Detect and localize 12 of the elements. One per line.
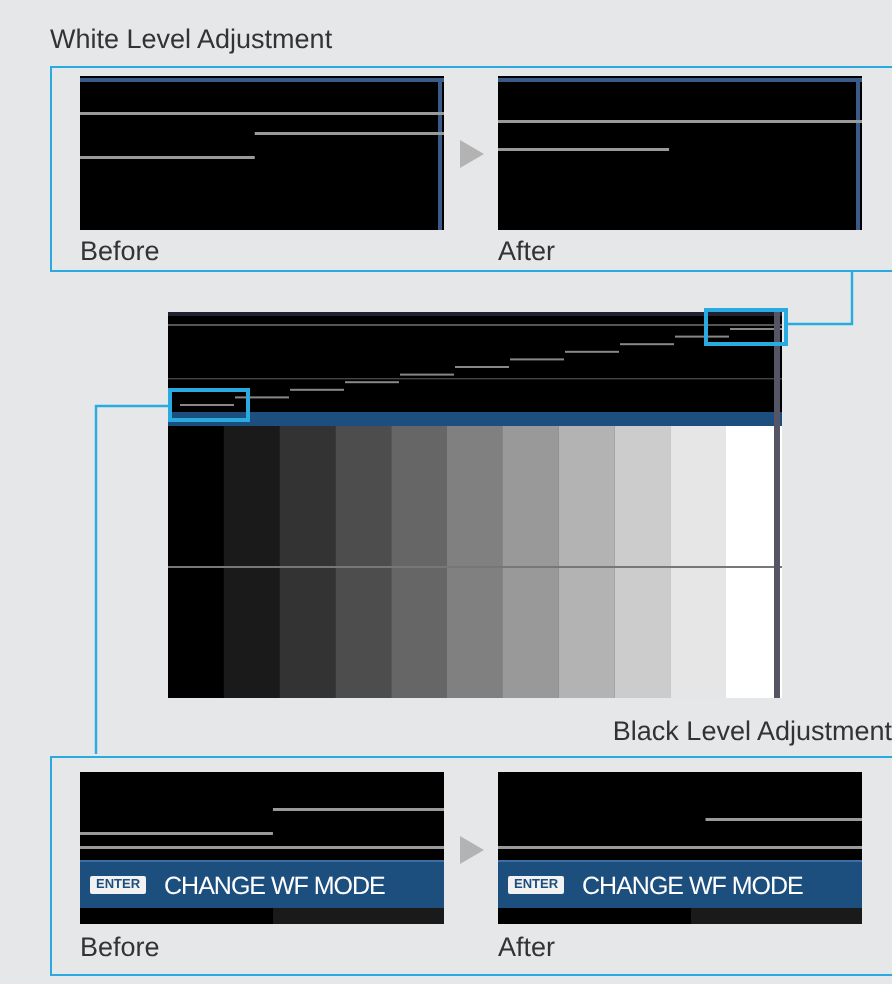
highlight-frame	[704, 308, 788, 346]
arrow-icon	[459, 139, 483, 167]
section-title: White Level Adjustment	[48, 22, 335, 58]
panel-label: Before	[80, 234, 162, 270]
highlight-frame	[168, 388, 250, 422]
section-title: Black Level Adjustment	[610, 714, 892, 750]
panel-label: After	[498, 930, 558, 966]
panel-label: After	[498, 234, 558, 270]
action-label: CHANGE WF MODE	[164, 871, 385, 899]
panel-label: Before	[80, 930, 162, 966]
arrow-icon	[459, 835, 483, 863]
action-label: CHANGE WF MODE	[582, 871, 803, 899]
